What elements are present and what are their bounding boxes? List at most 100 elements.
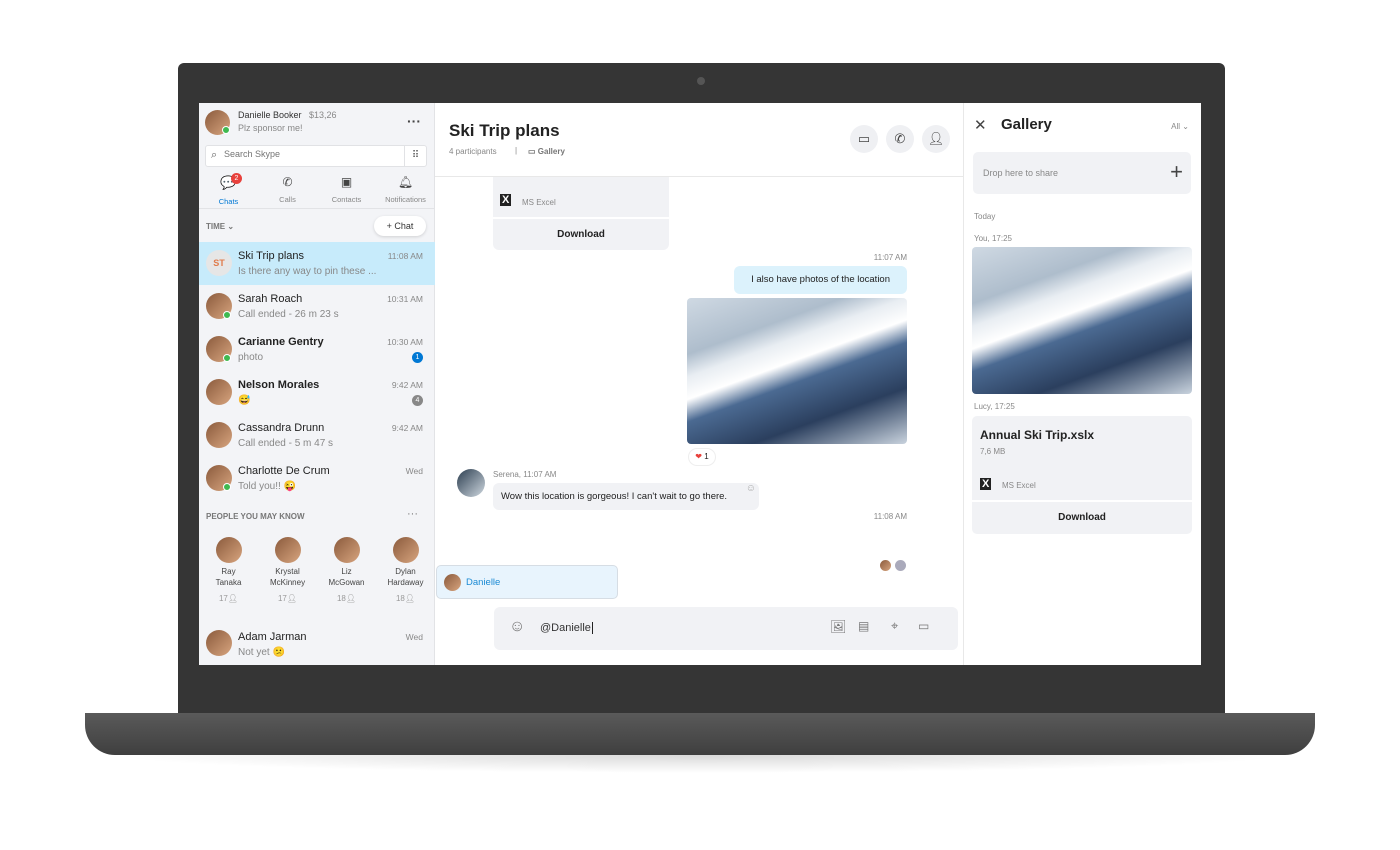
- search-box[interactable]: ⌕ ⠿: [205, 145, 427, 167]
- sort-dropdown[interactable]: TIME ⌄: [206, 222, 234, 231]
- mood-message[interactable]: Plz sponsor me!: [238, 123, 303, 133]
- phone-icon: ✆: [282, 175, 293, 189]
- plus-icon[interactable]: +: [1170, 159, 1183, 185]
- heart-icon: ❤: [695, 452, 702, 461]
- gallery-icon: ▭: [528, 147, 538, 156]
- section-label: Today: [974, 212, 996, 221]
- chat-preview: Call ended - 5 m 47 s: [238, 438, 334, 449]
- drop-zone[interactable]: Drop here to share +: [973, 152, 1191, 194]
- unread-badge: 1: [412, 352, 423, 363]
- file-name: Annual Ski Trip.xslx: [980, 428, 1095, 442]
- gallery-title: Gallery: [1001, 116, 1052, 133]
- person-icon: 👤︎: [227, 594, 239, 603]
- chat-item[interactable]: Sarah Roach Call ended - 26 m 23 s 10:31 A…: [199, 285, 435, 328]
- chat-preview: Is there any way to pin these ...: [238, 266, 377, 277]
- compose-box: ☺ @Danielle 🖼︎ ▤ ⌖ ▭: [494, 607, 958, 650]
- conversation-title: Ski Trip plans: [449, 121, 560, 140]
- location-icon[interactable]: ⌖: [891, 618, 898, 634]
- more-icon[interactable]: ···: [407, 113, 421, 129]
- message-sender: Serena, 11:07 AM: [493, 470, 557, 479]
- tab-contacts[interactable]: ▣ Contacts: [317, 175, 376, 209]
- more-icon[interactable]: ···: [407, 508, 418, 520]
- person-first-name: Liz: [341, 567, 352, 576]
- video-call-button[interactable]: ▭: [850, 125, 878, 153]
- chat-name: Ski Trip plans: [238, 250, 305, 262]
- person-suggestion[interactable]: Krystal McKinney 17👤︎: [258, 537, 317, 604]
- message-time: 11:07 AM: [873, 253, 907, 262]
- reaction[interactable]: ❤ 1: [688, 448, 716, 466]
- profile-name[interactable]: Danielle Booker: [238, 110, 302, 120]
- search-input[interactable]: [224, 149, 399, 159]
- nav-tabs: 💬 2 Chats ✆ Calls ▣ Contacts 🔔︎ Notifica…: [199, 173, 435, 209]
- chat-time: Wed: [405, 632, 423, 642]
- unread-badge: 4: [412, 395, 423, 406]
- new-chat-button[interactable]: + Chat: [374, 216, 426, 236]
- tab-calls[interactable]: ✆ Calls: [258, 175, 317, 209]
- chat-preview: 😅: [238, 395, 251, 406]
- mountain-photo[interactable]: [687, 298, 907, 444]
- mention-suggestion[interactable]: Danielle: [436, 565, 618, 599]
- close-icon[interactable]: ✕: [974, 116, 987, 134]
- suggestion-name: Danielle: [466, 577, 501, 588]
- audio-call-button[interactable]: ✆: [886, 125, 914, 153]
- chat-time: Wed: [405, 466, 423, 476]
- outgoing-message: I also have photos of the location: [734, 266, 907, 294]
- emoji-reaction-icon[interactable]: ☺: [746, 475, 756, 502]
- gallery-link[interactable]: ▭ Gallery: [528, 147, 565, 156]
- avatar: [457, 469, 485, 497]
- chat-item-adam[interactable]: Adam Jarman Not yet 😕 Wed: [199, 623, 435, 665]
- avatar: [206, 422, 232, 448]
- filter-dropdown[interactable]: All ⌄: [1171, 122, 1189, 131]
- laptop-base: [85, 713, 1315, 755]
- person-last-name: McGowan: [328, 578, 365, 587]
- video-icon: ▭: [857, 131, 871, 146]
- video-message-icon[interactable]: ▭: [918, 619, 929, 633]
- dialpad-icon[interactable]: ⠿: [404, 146, 426, 166]
- avatar: ST: [206, 250, 232, 276]
- chat-item[interactable]: Cassandra Drunn Call ended - 5 m 47 s 9:42…: [199, 414, 435, 457]
- chat-item[interactable]: Carianne Gentry photo 10:30 AM 1: [199, 328, 435, 371]
- chat-name: Nelson Morales: [238, 379, 320, 391]
- add-participant-button[interactable]: 👤︎: [922, 125, 950, 153]
- chat-item[interactable]: Charlotte De Crum Told you!! 😜 Wed: [199, 457, 435, 500]
- emoji-icon[interactable]: ☺: [509, 618, 525, 636]
- media-icon[interactable]: 🖼︎: [830, 619, 847, 635]
- send-money-icon[interactable]: ▤: [858, 619, 869, 633]
- tab-label: Notifications: [385, 195, 426, 204]
- unread-badge: 2: [231, 173, 242, 184]
- chat-name: Carianne Gentry: [238, 336, 324, 348]
- chat-preview: Call ended - 26 m 23 s: [238, 309, 339, 320]
- mutual-count: 18: [336, 594, 346, 603]
- download-button[interactable]: Download: [972, 500, 1192, 534]
- people-header: PEOPLE YOU MAY KNOW: [206, 512, 305, 521]
- avatar: [274, 537, 301, 563]
- item-meta: You, 17:25: [974, 234, 1012, 243]
- gallery-photo[interactable]: [972, 247, 1192, 394]
- download-button[interactable]: Download: [493, 217, 669, 250]
- chat-item[interactable]: ST Ski Trip plans Is there any way to pin …: [199, 242, 435, 285]
- search-icon: ⌕: [211, 149, 218, 161]
- person-suggestion[interactable]: Liz McGowan 18👤︎: [317, 537, 376, 604]
- message-input[interactable]: @Danielle: [540, 622, 593, 634]
- participants[interactable]: 4 participants: [449, 147, 497, 156]
- tab-notifications[interactable]: 🔔︎ Notifications: [376, 175, 435, 209]
- conversation-pane: Ski Trip plans 4 participants | ▭ Galler…: [435, 103, 963, 665]
- shadow: [110, 755, 1290, 773]
- chat-preview: photo: [238, 352, 264, 363]
- avatar: [206, 379, 232, 405]
- online-status: [223, 483, 231, 491]
- person-last-name: Tanaka: [215, 578, 242, 587]
- person-suggestion[interactable]: Dylan Hardaway 18👤︎: [376, 537, 435, 604]
- online-status: [223, 311, 231, 319]
- file-message: X MS Excel Download: [493, 177, 669, 250]
- chat-name: Cassandra Drunn: [238, 422, 325, 434]
- chat-time: 9:42 AM: [391, 423, 423, 433]
- avatar: [392, 537, 419, 563]
- tab-label: Calls: [279, 195, 296, 204]
- online-status: [222, 126, 230, 134]
- person-suggestion[interactable]: Ray Tanaka 17👤︎: [199, 537, 258, 604]
- mutual-count: 18: [395, 594, 405, 603]
- tab-chats[interactable]: 💬 2 Chats: [199, 173, 258, 209]
- credit: $13,26: [309, 110, 337, 120]
- chat-item[interactable]: Nelson Morales 😅 9:42 AM 4: [199, 371, 435, 414]
